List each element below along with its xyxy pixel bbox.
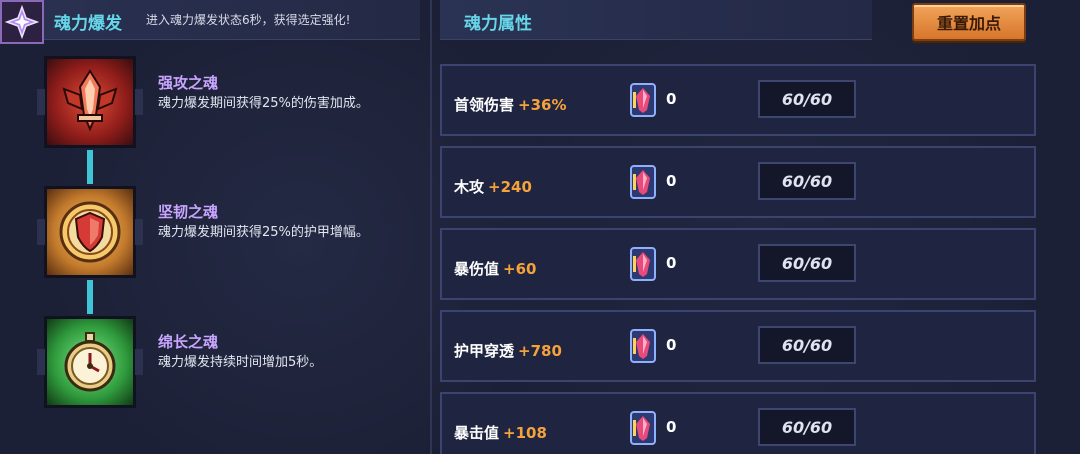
- burst-title: 魂力爆发: [54, 14, 122, 34]
- attribute-row[interactable]: 护甲穿透 +780 0 60/60: [440, 310, 1036, 382]
- talent-name: 坚韧之魂: [158, 203, 219, 221]
- attribute-row[interactable]: 木攻 +240 0 60/60: [440, 146, 1036, 218]
- soul-gem-icon: [630, 83, 656, 117]
- talent-description: 魂力爆发期间获得25%的伤害加成。: [158, 96, 369, 111]
- talent-connector: [87, 280, 93, 314]
- gem-count: 0: [666, 254, 677, 272]
- gem-count: 0: [666, 418, 677, 436]
- talent-name: 强攻之魂: [158, 74, 219, 92]
- level-display: 60/60: [758, 408, 856, 446]
- gem-count: 0: [666, 336, 677, 354]
- talent-attack-soul-icon[interactable]: [37, 56, 143, 148]
- attribute-label: 首领伤害 +36%: [454, 96, 567, 114]
- level-display: 60/60: [758, 80, 856, 118]
- level-display: 60/60: [758, 244, 856, 282]
- soul-gem-icon: [630, 247, 656, 281]
- attribute-row[interactable]: 暴击值 +108 0 60/60: [440, 392, 1036, 454]
- attribute-bonus: +780: [518, 342, 562, 360]
- attribute-row[interactable]: 暴伤值 +60 0 60/60: [440, 228, 1036, 300]
- talent-description: 魂力爆发期间获得25%的护甲增幅。: [158, 225, 369, 240]
- attribute-bonus: +60: [503, 260, 537, 278]
- talent-name: 绵长之魂: [158, 333, 219, 351]
- attribute-bonus: +240: [488, 178, 532, 196]
- soul-burst-icon: [0, 0, 44, 44]
- attribute-label: 暴伤值 +60: [454, 260, 537, 278]
- talent-connector: [87, 150, 93, 184]
- talent-description: 魂力爆发持续时间增加5秒。: [158, 355, 323, 370]
- soul-gem-icon: [630, 411, 656, 445]
- soul-gem-icon: [630, 165, 656, 199]
- attribute-bonus: +36%: [518, 96, 567, 114]
- attribute-label: 暴击值 +108: [454, 424, 547, 442]
- burst-description: 进入魂力爆发状态6秒，获得选定强化!: [146, 13, 351, 27]
- attribute-row[interactable]: 首领伤害 +36% 0 60/60: [440, 64, 1036, 136]
- talent-endurance-soul-icon[interactable]: [37, 316, 143, 408]
- attribute-label: 护甲穿透 +780: [454, 342, 562, 360]
- gem-count: 0: [666, 172, 677, 190]
- level-display: 60/60: [758, 326, 856, 364]
- talent-tough-soul-icon[interactable]: [37, 186, 143, 278]
- gem-count: 0: [666, 90, 677, 108]
- soul-gem-icon: [630, 329, 656, 363]
- reset-points-button[interactable]: 重置加点: [912, 3, 1026, 41]
- column-divider: [430, 0, 432, 454]
- level-display: 60/60: [758, 162, 856, 200]
- attributes-title: 魂力属性: [464, 14, 532, 34]
- attribute-label: 木攻 +240: [454, 178, 532, 196]
- attribute-bonus: +108: [503, 424, 547, 442]
